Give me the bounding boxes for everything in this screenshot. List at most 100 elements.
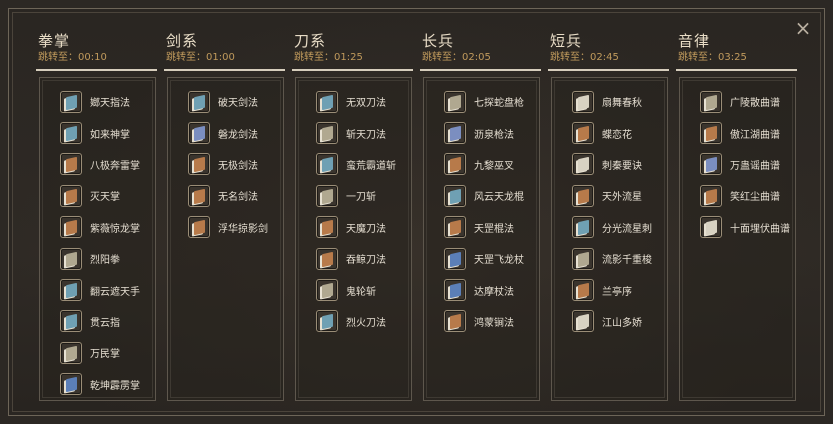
category-column: 拳掌 跳转至：00:10 嫏天指法如来神掌 八极奔雷掌 灭天掌 紫薇惊龙掌烈阳拳翻云遮天手… <box>36 31 157 409</box>
category-title: 长兵 <box>422 32 455 50</box>
skill-book-icon <box>188 153 210 176</box>
category-title: 音律 <box>678 32 711 50</box>
skill-book-icon <box>444 247 466 270</box>
skill-book-icon <box>700 122 722 145</box>
skill-item[interactable]: 鬼轮斩 <box>296 274 411 305</box>
skill-book-icon <box>316 310 338 333</box>
jump-time: 03:25 <box>718 52 747 63</box>
skill-item[interactable]: 广陵散曲谱 <box>680 86 795 117</box>
skill-item[interactable]: 分光流星刺 <box>552 212 667 243</box>
skill-item[interactable]: 吞鲸刀法 <box>296 243 411 274</box>
header-divider <box>676 69 797 71</box>
skill-item[interactable]: 破天剑法 <box>168 86 283 117</box>
jump-prefix: 跳转至： <box>422 52 462 63</box>
skill-item[interactable]: 紫薇惊龙掌 <box>40 212 155 243</box>
jump-link[interactable]: 跳转至：01:25 <box>292 51 413 65</box>
skill-item-label: 无双刀法 <box>346 98 386 110</box>
skill-item-label: 烈火刀法 <box>346 317 386 329</box>
skill-item[interactable]: 傲江湖曲谱 <box>680 117 795 148</box>
skill-item[interactable]: 刺秦要诀 <box>552 149 667 180</box>
skill-list: 无双刀法斩天刀法 蛮荒霸道斩一刀斩天魔刀法吞鲸刀法鬼轮斩烈火刀法 <box>296 86 411 337</box>
skill-item[interactable]: 流影千重梭 <box>552 243 667 274</box>
category-column: 剑系 跳转至：01:00 破天剑法 磐龙剑法 无极剑法 无名剑法 浮华掠影剑 <box>164 31 285 409</box>
category-title: 拳掌 <box>38 32 71 50</box>
skill-item[interactable]: 蝶恋花 <box>552 117 667 148</box>
skill-item[interactable]: 一刀斩 <box>296 180 411 211</box>
skill-item[interactable]: 十面埋伏曲谱 <box>680 212 795 243</box>
skill-item[interactable]: 蛮荒霸道斩 <box>296 149 411 180</box>
skill-list: 破天剑法 磐龙剑法无极剑法无名剑法浮华掠影剑 <box>168 86 283 243</box>
jump-link[interactable]: 跳转至：00:10 <box>36 51 157 65</box>
jump-time: 02:45 <box>590 52 619 63</box>
skill-book-icon <box>60 373 82 396</box>
jump-time: 02:05 <box>462 52 491 63</box>
skill-item[interactable]: 无双刀法 <box>296 86 411 117</box>
skill-book-icon <box>60 184 82 207</box>
skill-item[interactable]: 万民掌 <box>40 337 155 368</box>
skill-book-icon <box>700 184 722 207</box>
skill-item-label: 浮华掠影剑 <box>218 223 268 235</box>
skill-book-icon <box>60 310 82 333</box>
skill-item[interactable]: 天魔刀法 <box>296 212 411 243</box>
skill-item-label: 一刀斩 <box>346 192 376 204</box>
skill-book-icon <box>572 184 594 207</box>
jump-link[interactable]: 跳转至：02:45 <box>548 51 669 65</box>
skill-book-icon <box>60 216 82 239</box>
skill-item-label: 笑红尘曲谱 <box>730 192 780 204</box>
skill-item[interactable]: 无极剑法 <box>168 149 283 180</box>
skill-item-label: 天罡棍法 <box>474 223 514 235</box>
skill-item[interactable]: 天罡棍法 <box>424 212 539 243</box>
skill-book-icon <box>188 216 210 239</box>
skill-item[interactable]: 灭天掌 <box>40 180 155 211</box>
skill-list-box: 扇舞春秋 蝶恋花 刺秦要诀天外流星分光流星刺 流影千重梭 兰亭序 江山多娇 <box>551 77 668 401</box>
skill-item[interactable]: 万蛊谣曲谱 <box>680 149 795 180</box>
skill-list: 扇舞春秋 蝶恋花 刺秦要诀天外流星分光流星刺 流影千重梭 兰亭序 江山多娇 <box>552 86 667 337</box>
skill-item-label: 嫏天指法 <box>90 98 130 110</box>
skill-list: 七探蛇盘枪沥泉枪法 九黎巫叉 风云天龙棍天罡棍法天罡飞龙杖达摩杖法 鸿蒙锏法 <box>424 86 539 337</box>
skill-item-label: 天罡飞龙杖 <box>474 255 524 267</box>
skill-item[interactable]: 笑红尘曲谱 <box>680 180 795 211</box>
skill-item[interactable]: 沥泉枪法 <box>424 117 539 148</box>
skill-item-label: 翻云遮天手 <box>90 286 140 298</box>
skill-item[interactable]: 如来神掌 <box>40 117 155 148</box>
skill-item[interactable]: 烈火刀法 <box>296 306 411 337</box>
jump-link[interactable]: 跳转至：02:05 <box>420 51 541 65</box>
skill-item[interactable]: 翻云遮天手 <box>40 274 155 305</box>
skill-item-label: 广陵散曲谱 <box>730 98 780 110</box>
skill-item-label: 七探蛇盘枪 <box>474 98 524 110</box>
skill-item-label: 鬼轮斩 <box>346 286 376 298</box>
skill-item[interactable]: 嫏天指法 <box>40 86 155 117</box>
jump-link[interactable]: 跳转至：01:00 <box>164 51 285 65</box>
jump-link[interactable]: 跳转至：03:25 <box>676 51 797 65</box>
skill-item[interactable]: 烈阳拳 <box>40 243 155 274</box>
skill-item[interactable]: 风云天龙棍 <box>424 180 539 211</box>
skill-item[interactable]: 无名剑法 <box>168 180 283 211</box>
skill-item-label: 吞鲸刀法 <box>346 255 386 267</box>
skill-item[interactable]: 兰亭序 <box>552 274 667 305</box>
skill-list-box: 嫏天指法如来神掌 八极奔雷掌 灭天掌 紫薇惊龙掌烈阳拳翻云遮天手贯云指 万民掌 乾坤霹雳掌 <box>39 77 156 401</box>
skill-item[interactable]: 鸿蒙锏法 <box>424 306 539 337</box>
skill-book-icon <box>572 216 594 239</box>
skill-item[interactable]: 乾坤霹雳掌 <box>40 369 155 400</box>
skill-item[interactable]: 天外流星 <box>552 180 667 211</box>
skill-item[interactable]: 八极奔雷掌 <box>40 149 155 180</box>
skill-book-icon <box>444 122 466 145</box>
skill-item[interactable]: 斩天刀法 <box>296 117 411 148</box>
skill-item-label: 无极剑法 <box>218 160 258 172</box>
skill-item[interactable]: 江山多娇 <box>552 306 667 337</box>
skill-item[interactable]: 七探蛇盘枪 <box>424 86 539 117</box>
skill-item[interactable]: 浮华掠影剑 <box>168 212 283 243</box>
skill-item[interactable]: 天罡飞龙杖 <box>424 243 539 274</box>
skill-item-label: 烈阳拳 <box>90 255 120 267</box>
skill-item[interactable]: 贯云指 <box>40 306 155 337</box>
skill-item[interactable]: 达摩杖法 <box>424 274 539 305</box>
skill-catalog-panel: × 拳掌 跳转至：00:10 嫏天指法 如来神掌 八极奔雷掌 灭天掌 紫薇惊龙掌 烈阳拳 翻云遮… <box>8 8 825 416</box>
skill-book-icon <box>572 247 594 270</box>
category-column: 短兵 跳转至：02:45 扇舞春秋 蝶恋花 刺秦要诀 天外流星 分光流星刺 流影千重梭 兰亭序江… <box>548 31 669 409</box>
skill-item[interactable]: 扇舞春秋 <box>552 86 667 117</box>
skill-item-label: 天外流星 <box>602 192 642 204</box>
skill-item[interactable]: 磐龙剑法 <box>168 117 283 148</box>
category-title: 刀系 <box>294 32 327 50</box>
skill-item[interactable]: 九黎巫叉 <box>424 149 539 180</box>
category-column: 刀系 跳转至：01:25 无双刀法斩天刀法 蛮荒霸道斩一刀斩天魔刀法吞鲸刀法鬼轮斩烈火… <box>292 31 413 409</box>
